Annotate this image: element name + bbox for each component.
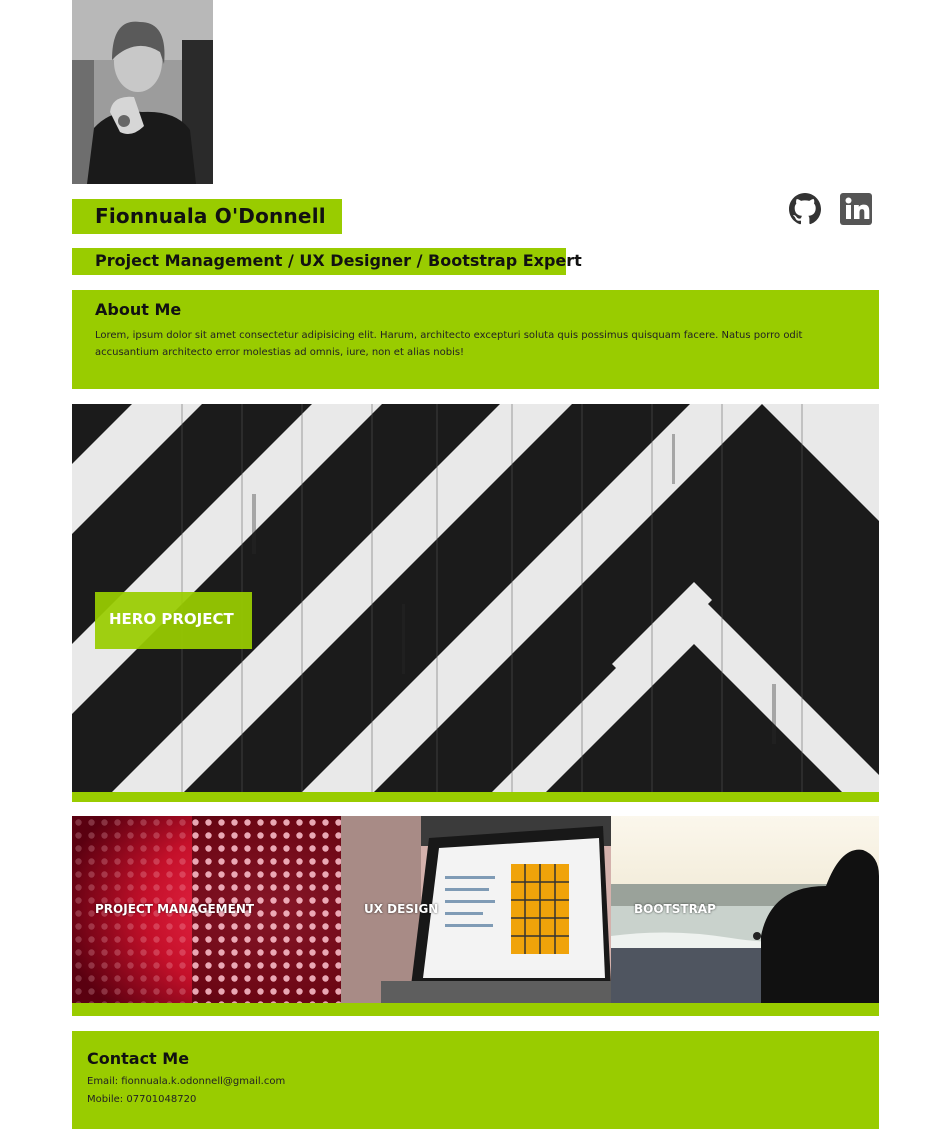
about-heading: About Me [95, 300, 182, 319]
projects-section: PROJECT MANAGEMENT UX DESIGN BOOTSTRAP [72, 816, 879, 1016]
profile-photo [72, 0, 213, 184]
project-tile-label: UX DESIGN [364, 902, 439, 916]
hero-project-button[interactable]: HERO PROJECT [95, 592, 252, 649]
project-tile-project-management[interactable]: PROJECT MANAGEMENT [72, 816, 341, 1003]
title-banner: Project Management / UX Designer / Boots… [72, 248, 582, 275]
hero-project-label: HERO PROJECT [109, 610, 234, 628]
portfolio-page: Fionnuala O'Donnell Project Management /… [0, 0, 948, 1129]
contact-heading: Contact Me [87, 1049, 190, 1068]
profile-title: Project Management / UX Designer / Boots… [95, 251, 582, 270]
project-tile-ux-design[interactable]: UX DESIGN [341, 816, 611, 1003]
about-text: Lorem, ipsum dolor sit amet consectetur … [95, 330, 803, 358]
name-banner: Fionnuala O'Donnell [72, 199, 342, 234]
social-links [787, 191, 874, 227]
github-icon[interactable] [787, 191, 823, 227]
hero-section: HERO PROJECT [72, 404, 879, 802]
linkedin-icon[interactable] [838, 191, 874, 227]
contact-mobile: Mobile: 07701048720 [87, 1094, 197, 1105]
contact-section: Contact Me Email: fionnuala.k.odonnell@g… [72, 1031, 879, 1129]
project-tile-label: PROJECT MANAGEMENT [95, 902, 255, 916]
project-tile-bootstrap[interactable]: BOOTSTRAP [611, 816, 879, 1003]
contact-email[interactable]: Email: fionnuala.k.odonnell@gmail.com [87, 1076, 285, 1087]
profile-name: Fionnuala O'Donnell [95, 204, 326, 228]
hero-image: HERO PROJECT [72, 404, 879, 792]
project-tile-label: BOOTSTRAP [634, 902, 716, 916]
about-section: About Me Lorem, ipsum dolor sit amet con… [72, 290, 879, 389]
